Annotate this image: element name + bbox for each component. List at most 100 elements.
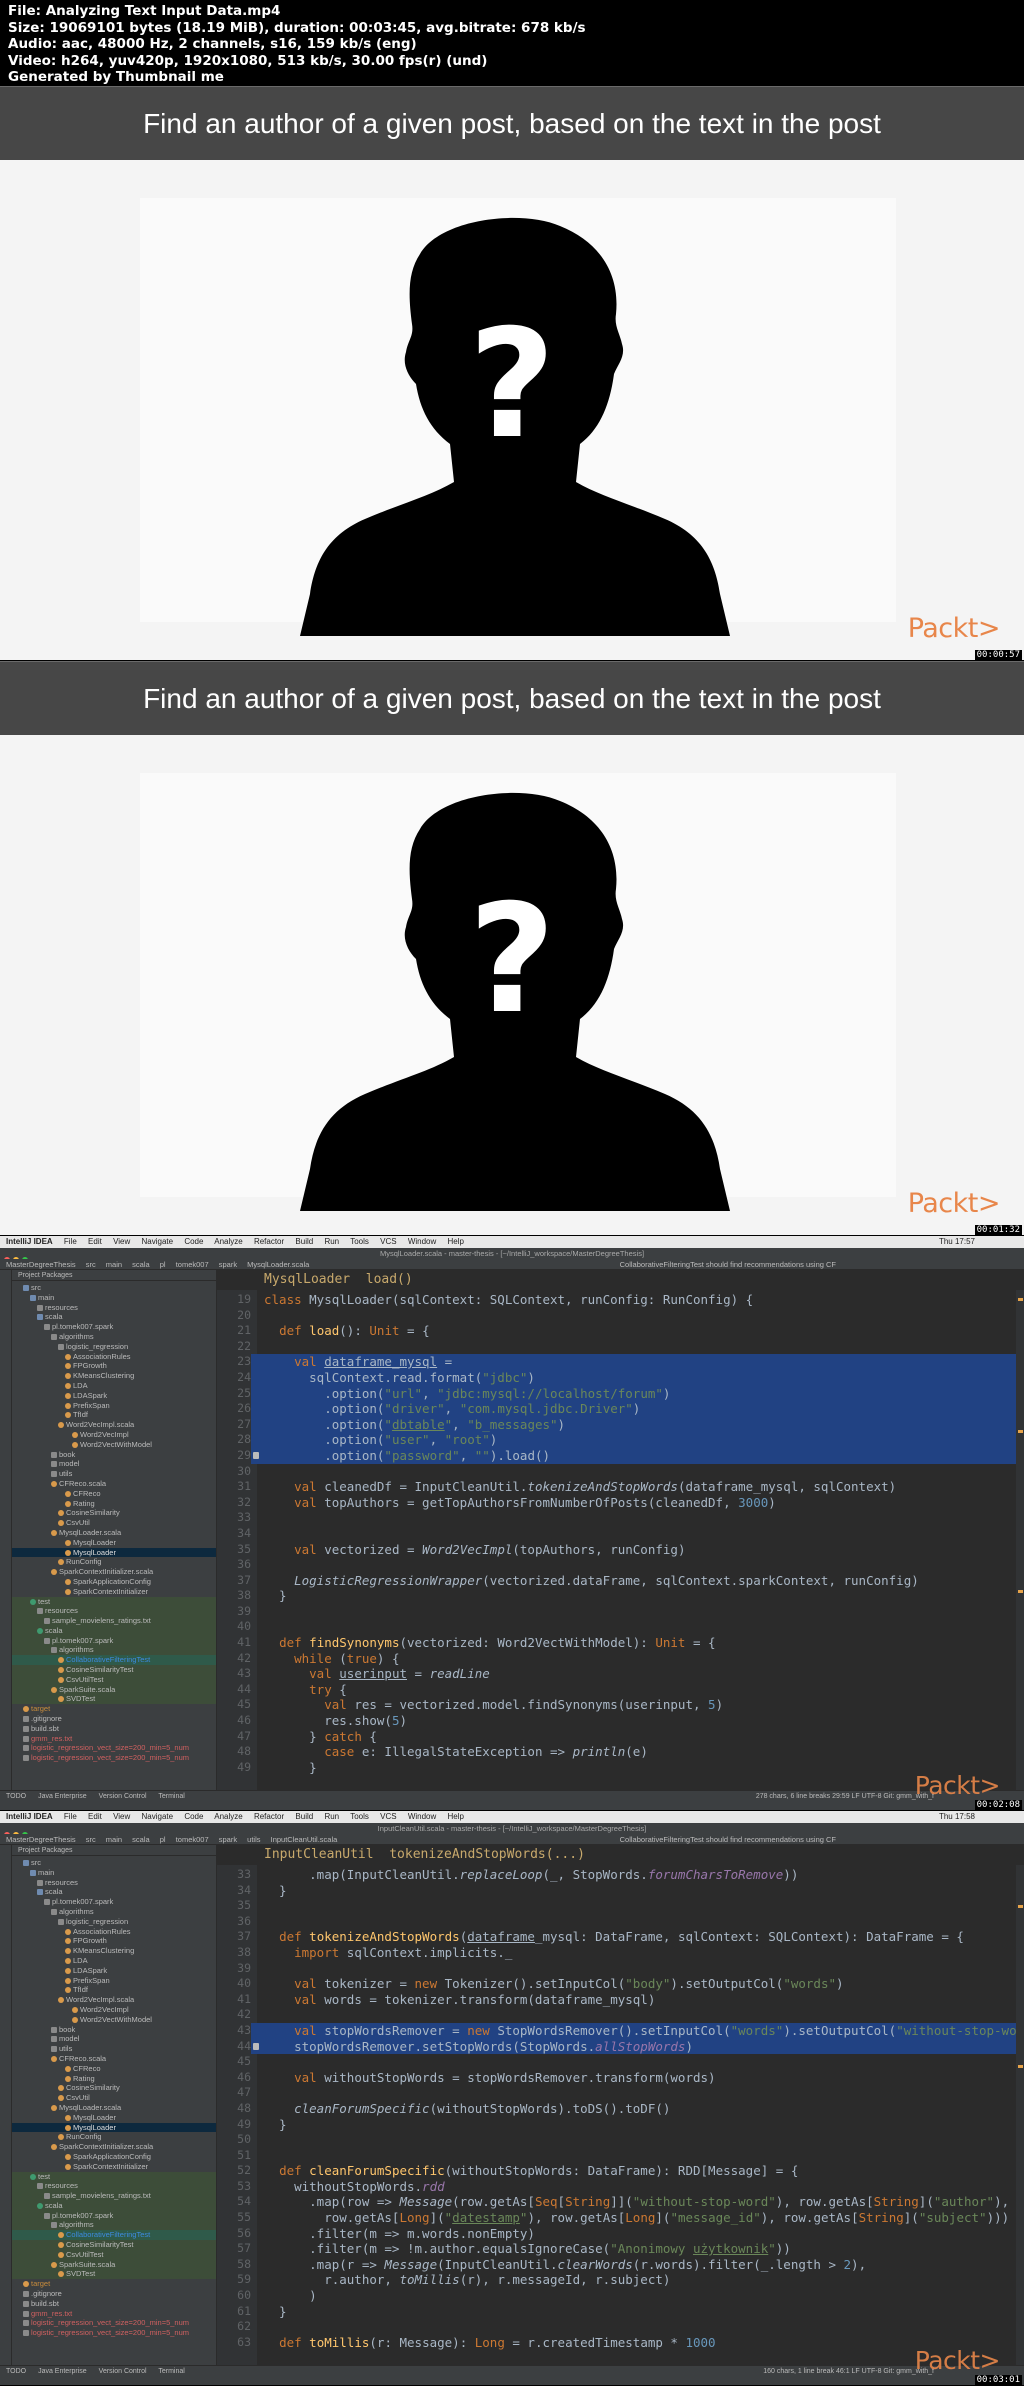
tree-item[interactable]: utils: [12, 1469, 216, 1479]
tool-window-strip[interactable]: [0, 1845, 12, 2365]
tree-item[interactable]: logistic_regression_vect_size=200_min=5_…: [12, 2318, 216, 2328]
code-line[interactable]: 30: [217, 1464, 1024, 1480]
menu-app-name[interactable]: IntelliJ IDEA: [6, 1812, 53, 1821]
code-line[interactable]: 47: [217, 2085, 1024, 2101]
tree-item[interactable]: resources: [12, 1303, 216, 1313]
code-text[interactable]: val words = tokenizer.transform(datafram…: [264, 1992, 655, 2008]
tree-item[interactable]: LDASpark: [12, 1966, 216, 1976]
code-text[interactable]: }: [264, 1588, 287, 1604]
tree-item[interactable]: KMeansClustering: [12, 1371, 216, 1381]
code-line[interactable]: 35 val vectorized = Word2VecImpl(topAuth…: [217, 1542, 1024, 1558]
tree-item[interactable]: Rating: [12, 2074, 216, 2084]
menu-build[interactable]: Build: [295, 1237, 313, 1246]
code-lines[interactable]: 33 .map(InputCleanUtil.replaceLoop(_, St…: [217, 1867, 1024, 2350]
tree-item[interactable]: src: [12, 1283, 216, 1293]
menu-build[interactable]: Build: [295, 1812, 313, 1821]
code-line[interactable]: 47 } catch {: [217, 1729, 1024, 1745]
tree-item[interactable]: pl.tomek007.spark: [12, 1322, 216, 1332]
tree-item[interactable]: logistic_regression_vect_size=200_min=5_…: [12, 2328, 216, 2338]
tree-item[interactable]: src: [12, 1858, 216, 1868]
tree-item[interactable]: gmm_res.txt: [12, 2309, 216, 2319]
menu-help[interactable]: Help: [448, 1812, 464, 1821]
tree-item[interactable]: book: [12, 2025, 216, 2035]
code-text[interactable]: }: [264, 1883, 287, 1899]
code-text[interactable]: val vectorized = Word2VecImpl(topAuthors…: [264, 1542, 685, 1558]
code-line[interactable]: 52 def cleanForumSpecific(withoutStopWor…: [217, 2163, 1024, 2179]
nav-crumb[interactable]: main: [106, 1835, 122, 1844]
editor-scrollbar[interactable]: [1016, 1865, 1024, 2365]
tree-item[interactable]: TfIdf: [12, 1985, 216, 1995]
code-line[interactable]: 37 def tokenizeAndStopWords(dataframe_my…: [217, 1929, 1024, 1945]
nav-crumb[interactable]: src: [86, 1835, 96, 1844]
code-line[interactable]: 45: [217, 2054, 1024, 2070]
code-text[interactable]: withoutStopWords.rdd: [264, 2179, 445, 2195]
menu-code[interactable]: Code: [184, 1812, 203, 1821]
code-text[interactable]: ): [264, 2288, 317, 2304]
todo-tab[interactable]: TODO: [6, 2368, 26, 2375]
tree-item[interactable]: CsvUtil: [12, 2093, 216, 2103]
code-text[interactable]: val topAuthors = getTopAuthorsFromNumber…: [264, 1495, 776, 1511]
nav-crumb[interactable]: spark: [219, 1260, 237, 1269]
code-line[interactable]: 44 try {: [217, 1682, 1024, 1698]
tree-item[interactable]: Word2VecImpl: [12, 2005, 216, 2015]
menu-run[interactable]: Run: [324, 1812, 339, 1821]
tree-item[interactable]: algorithms: [12, 1332, 216, 1342]
tree-item[interactable]: model: [12, 2034, 216, 2044]
tree-item[interactable]: resources: [12, 1606, 216, 1617]
tree-item[interactable]: sample_movielens_ratings.txt: [12, 2191, 216, 2201]
code-text[interactable]: val stopWordsRemover = new StopWordsRemo…: [264, 2023, 1024, 2039]
code-line[interactable]: 21 def load(): Unit = {: [217, 1323, 1024, 1339]
tree-item[interactable]: model: [12, 1459, 216, 1469]
tree-item[interactable]: Word2VectWithModel: [12, 2015, 216, 2025]
tree-item[interactable]: SparkContextInitializer.scala: [12, 1567, 216, 1577]
code-text[interactable]: }: [264, 2117, 287, 2133]
menu-analyze[interactable]: Analyze: [214, 1237, 242, 1246]
code-line[interactable]: 53 withoutStopWords.rdd: [217, 2179, 1024, 2195]
tree-item[interactable]: main: [12, 1868, 216, 1878]
code-line[interactable]: 32 val topAuthors = getTopAuthorsFromNum…: [217, 1495, 1024, 1511]
tree-item[interactable]: scala: [12, 1625, 216, 1636]
tree-item[interactable]: logistic_regression: [12, 1917, 216, 1927]
code-line[interactable]: 54 .map(row => Message(row.getAs[Seq[Str…: [217, 2194, 1024, 2210]
code-line[interactable]: 41 val words = tokenizer.transform(dataf…: [217, 1992, 1024, 2008]
tree-item[interactable]: test: [12, 2171, 216, 2182]
project-panel-header[interactable]: Project Packages: [12, 1270, 216, 1281]
menu-view[interactable]: View: [113, 1237, 130, 1246]
tree-item[interactable]: SVDTest: [12, 1694, 216, 1705]
code-text[interactable]: try {: [264, 1682, 347, 1698]
code-line[interactable]: 28 .option("user", "root"): [217, 1432, 1024, 1448]
code-line[interactable]: 46 res.show(5): [217, 1713, 1024, 1729]
terminal-tab[interactable]: Terminal: [158, 1793, 184, 1800]
tree-item[interactable]: build.sbt: [12, 2299, 216, 2309]
code-text[interactable]: def tokenizeAndStopWords(dataframe_mysql…: [264, 1929, 964, 1945]
tree-item[interactable]: SparkApplicationConfig: [12, 2152, 216, 2162]
tree-item[interactable]: AssociationRules: [12, 1352, 216, 1362]
run-configuration-select[interactable]: CollaborativeFilteringTest should find r…: [620, 1259, 836, 1270]
nav-crumb[interactable]: pl: [160, 1835, 166, 1844]
menu-navigate[interactable]: Navigate: [142, 1812, 174, 1821]
tree-item[interactable]: SparkApplicationConfig: [12, 1577, 216, 1587]
code-text[interactable]: .option("dbtable", "b_messages"): [264, 1417, 565, 1433]
tool-window-strip[interactable]: [0, 1270, 12, 1790]
tree-item[interactable]: KMeansClustering: [12, 1946, 216, 1956]
editor-breadcrumb[interactable]: InputCleanUtil tokenizeAndStopWords(...): [217, 1845, 1024, 1865]
tree-item[interactable]: sample_movielens_ratings.txt: [12, 1616, 216, 1626]
tree-item[interactable]: PrefixSpan: [12, 1976, 216, 1986]
tree-item[interactable]: pl.tomek007.spark: [12, 2210, 216, 2221]
menu-vcs[interactable]: VCS: [380, 1237, 396, 1246]
code-line[interactable]: 62: [217, 2319, 1024, 2335]
code-text[interactable]: while (true) {: [264, 1651, 399, 1667]
code-text[interactable]: class MysqlLoader(sqlContext: SQLContext…: [264, 1292, 753, 1308]
code-text[interactable]: case e: IllegalStateException => println…: [264, 1744, 648, 1760]
menu-edit[interactable]: Edit: [88, 1812, 102, 1821]
tree-item[interactable]: TfIdf: [12, 1410, 216, 1420]
code-text[interactable]: val cleanedDf = InputCleanUtil.tokenizeA…: [264, 1479, 896, 1495]
tree-item[interactable]: Word2VecImpl: [12, 1430, 216, 1440]
code-text[interactable]: .option("driver", "com.mysql.jdbc.Driver…: [264, 1401, 640, 1417]
code-line[interactable]: 20: [217, 1308, 1024, 1324]
tree-item[interactable]: SparkSuite.scala: [12, 1684, 216, 1695]
tree-item[interactable]: Rating: [12, 1499, 216, 1509]
tree-item[interactable]: CFReco.scala: [12, 1479, 216, 1489]
code-editor[interactable]: MysqlLoader load() 19 class MysqlLoader(s…: [217, 1270, 1024, 1790]
code-line[interactable]: 34 }: [217, 1883, 1024, 1899]
